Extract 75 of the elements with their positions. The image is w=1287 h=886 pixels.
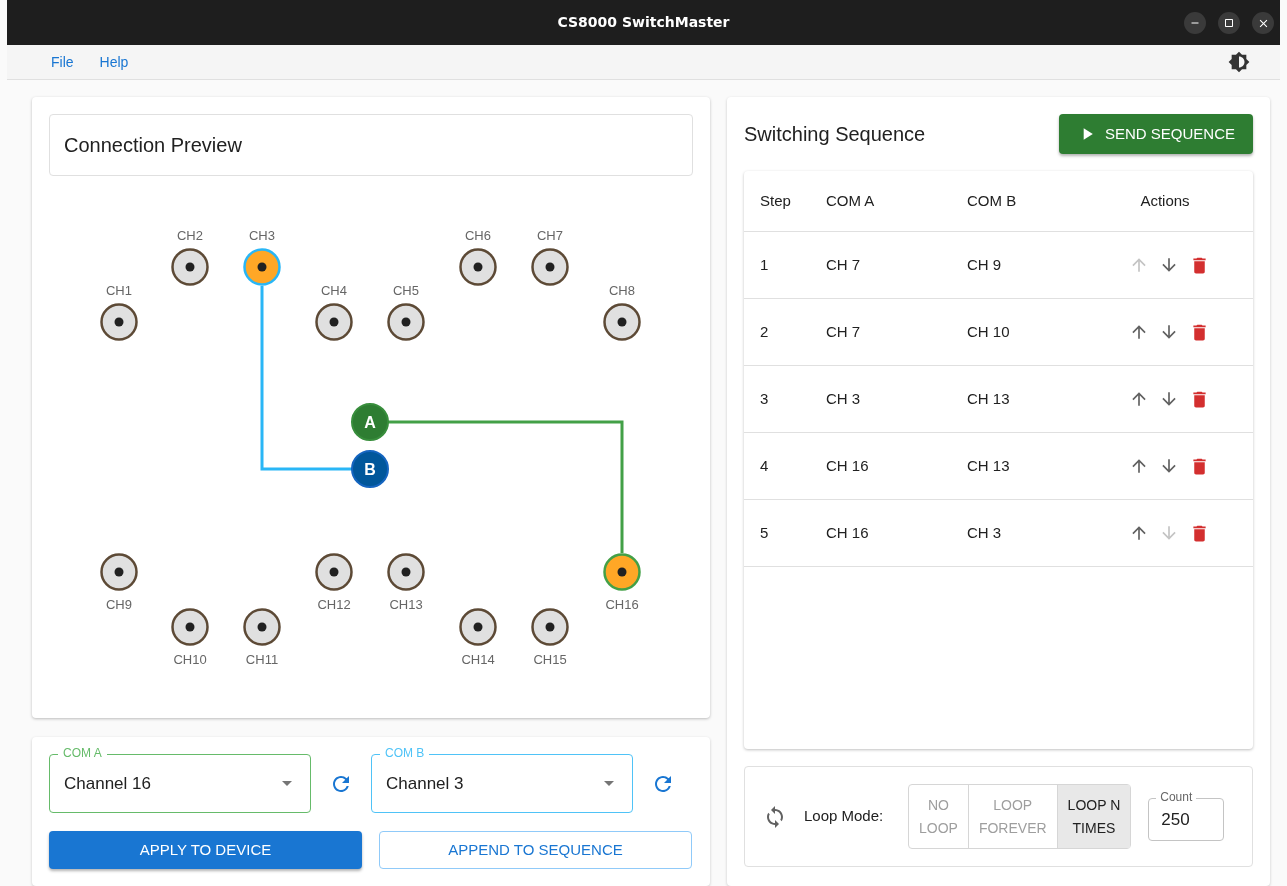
channel-connector[interactable] <box>387 553 425 591</box>
channel-connector[interactable] <box>171 248 209 286</box>
table-cell-text: CH 3 <box>826 388 862 409</box>
menu-item[interactable]: File <box>51 51 74 73</box>
maximize-button[interactable] <box>1218 12 1240 34</box>
channel-label: CH11 <box>245 652 279 667</box>
channel-connector[interactable] <box>387 303 425 341</box>
table-cell-text: CH 16 <box>826 522 870 543</box>
column-header: Step <box>759 190 792 211</box>
channel-label: CH16 <box>605 597 639 612</box>
table-cell-text: 2 <box>759 321 770 342</box>
minimize-button[interactable] <box>1184 12 1206 34</box>
channel-connector[interactable] <box>459 608 497 646</box>
channel-label: CH3 <box>249 228 275 243</box>
column-header: Actions <box>1139 190 1191 211</box>
com-node-label: B <box>364 461 376 478</box>
close-button[interactable] <box>1252 12 1274 34</box>
send-sequence-button[interactable]: SEND SEQUENCE <box>1059 114 1253 154</box>
apply-button[interactable]: APPLY TO DEVICE <box>49 831 362 869</box>
channel-label: CH9 <box>106 597 132 612</box>
channel-label: CH15 <box>533 652 567 667</box>
channel-label: CH5 <box>393 283 419 298</box>
dropdown-icon <box>282 781 292 786</box>
column-header: COM A <box>826 190 876 211</box>
loop-mode-option[interactable]: NO LOOP <box>909 785 968 848</box>
channel-connector[interactable] <box>315 553 353 591</box>
channel-connector[interactable] <box>100 303 138 341</box>
table-cell-text: 1 <box>759 254 770 275</box>
table-cell-text: CH 3 <box>967 522 1003 543</box>
dropdown-icon <box>604 781 614 786</box>
maximize-icon <box>1223 17 1235 29</box>
table-cell-text: 3 <box>759 388 770 409</box>
com-node-label: A <box>364 414 376 431</box>
channel-label: CH2 <box>177 228 203 243</box>
channel-connector[interactable] <box>531 248 569 286</box>
loop-mode-label: Loop Mode: <box>804 806 885 827</box>
menu-item[interactable]: Help <box>99 51 129 73</box>
sequence-title: Switching Sequence <box>744 122 926 147</box>
channel-label: CH14 <box>461 652 495 667</box>
channel-connector[interactable] <box>603 303 641 341</box>
channel-connector[interactable] <box>243 608 281 646</box>
theme-toggle-icon[interactable] <box>1228 51 1250 73</box>
table-cell-text: 4 <box>759 455 770 476</box>
channel-label: CH4 <box>321 283 347 298</box>
table-cell-text: CH 13 <box>967 388 1011 409</box>
channel-connector[interactable] <box>243 248 281 286</box>
loop-mode-option[interactable]: LOOP N TIMES <box>1056 785 1131 848</box>
table-cell-text: CH 7 <box>826 254 862 275</box>
table-cell-text: CH 16 <box>826 455 870 476</box>
loop-mode-option[interactable]: LOOP FOREVER <box>967 785 1057 848</box>
table-cell-text: 5 <box>759 522 770 543</box>
column-header: COM B <box>967 190 1018 211</box>
channel-label: CH7 <box>537 228 563 243</box>
channel-label: CH10 <box>173 652 207 667</box>
channel-connector[interactable] <box>603 553 641 591</box>
channel-label: CH1 <box>106 283 132 298</box>
select-value: Channel 3 <box>386 772 464 795</box>
channel-label: CH12 <box>317 597 351 612</box>
preview-title: Connection Preview <box>64 133 242 158</box>
table-cell-text: CH 10 <box>967 321 1011 342</box>
table-cell-text: CH 9 <box>967 254 1003 275</box>
table-cell-text: CH 13 <box>967 455 1011 476</box>
channel-connector[interactable] <box>459 248 497 286</box>
channel-connector[interactable] <box>171 608 209 646</box>
channel-label: CH6 <box>465 228 491 243</box>
table-cell-text: CH 7 <box>826 321 862 342</box>
channel-connector[interactable] <box>531 608 569 646</box>
window-title: CS8000 SwitchMaster <box>557 13 730 32</box>
channel-label: CH13 <box>389 597 423 612</box>
channel-connector[interactable] <box>100 553 138 591</box>
channel-connector[interactable] <box>315 303 353 341</box>
append-button[interactable]: APPEND TO SEQUENCE <box>379 831 692 869</box>
count-value: 250 <box>1161 808 1190 831</box>
channel-label: CH8 <box>609 283 635 298</box>
select-value: Channel 16 <box>64 772 151 795</box>
